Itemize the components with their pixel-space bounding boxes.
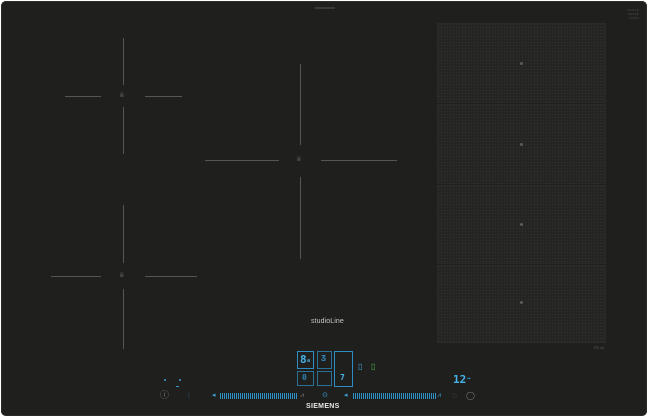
flex-zone-label: R2 A1 <box>594 345 605 350</box>
status-led-2 <box>179 379 181 381</box>
left-plus-icon[interactable]: ⩘ <box>300 392 304 399</box>
flex-zone-4-center-dot <box>520 301 523 304</box>
child-lock-icon[interactable]: ⊙ <box>322 392 328 399</box>
flex-indicator-b-icon[interactable]: ▯ <box>371 363 375 371</box>
zone-display-left[interactable]: 8 a <box>297 351 314 369</box>
settings-button-icon[interactable]: ◯ <box>466 392 475 400</box>
timer-unit-icon: ▪▪ <box>467 376 471 382</box>
flex-zone-1[interactable] <box>437 23 606 103</box>
status-led-1 <box>164 379 166 381</box>
flex-zone-3[interactable] <box>437 185 606 264</box>
left-power-slider[interactable] <box>220 393 297 399</box>
status-led-2-label: ▬ <box>176 384 179 388</box>
zone-display-middle[interactable]: Ӡ <box>317 351 332 369</box>
zone3-horizontal-left <box>51 276 101 277</box>
flex-zone-2-center-dot <box>520 143 523 146</box>
zone-display-left-digit: 8 <box>300 353 307 366</box>
zone3-center-icon: ⅲ <box>120 273 124 279</box>
zone2-vertical-lower <box>300 177 301 259</box>
zone1-vertical-upper <box>123 38 124 85</box>
badge-line-3: DOWN <box>628 16 639 20</box>
flex-indicator-a-icon[interactable]: ▯ <box>358 363 362 371</box>
zone1-horizontal-left <box>65 96 101 97</box>
zone-display-middle-bars: Ӡ <box>321 354 326 363</box>
zone1-vertical-lower <box>123 107 124 154</box>
cooktop-glass: SIMPLE SENSE DOWN ⅲ ⅲ ⅲ R2 A1 studioLine… <box>1 1 647 416</box>
flex-zone-1-center-dot <box>520 62 523 65</box>
timer-button-icon[interactable]: ◌ <box>452 392 457 400</box>
right-minus-icon[interactable]: ◂ <box>344 392 348 399</box>
brand-logo: SIEMENS <box>306 403 340 410</box>
zone1-horizontal-right <box>145 96 182 97</box>
zone3-vertical-upper <box>123 205 124 263</box>
top-edge-mark <box>315 7 335 9</box>
zone1-center-icon: ⅲ <box>120 93 124 99</box>
feature-badge: SIMPLE SENSE DOWN <box>613 8 639 20</box>
zone2-horizontal-left <box>205 160 279 161</box>
power-button[interactable]: ⓘ <box>160 391 169 400</box>
combi-zone-icon[interactable]: ⫶ <box>188 393 190 400</box>
zone2-vertical-upper <box>300 64 301 145</box>
zone2-center-icon: ⅲ <box>297 157 301 163</box>
flex-zone-2[interactable] <box>437 104 606 184</box>
zone-display-lower-left-mark: 0 <box>302 373 307 382</box>
zone-display-left-sub: a <box>307 358 311 364</box>
zone3-horizontal-right <box>145 276 197 277</box>
zone-display-lower-middle[interactable] <box>317 371 332 386</box>
zone-display-lower-left[interactable]: 0 <box>297 371 314 386</box>
zone-display-right[interactable]: 7 <box>334 351 353 387</box>
right-plus-icon[interactable]: ⩘ <box>437 392 441 399</box>
model-label: studioLine <box>311 318 344 325</box>
right-power-slider[interactable] <box>353 393 436 399</box>
left-minus-icon[interactable]: ◂ <box>212 392 216 399</box>
zone2-horizontal-right <box>321 160 397 161</box>
zone-display-right-digit: 7 <box>340 373 345 382</box>
timer-display[interactable]: 12 <box>453 373 466 386</box>
zone3-vertical-lower <box>123 289 124 349</box>
flex-zone-4[interactable] <box>437 265 606 343</box>
flex-zone-3-center-dot <box>520 223 523 226</box>
